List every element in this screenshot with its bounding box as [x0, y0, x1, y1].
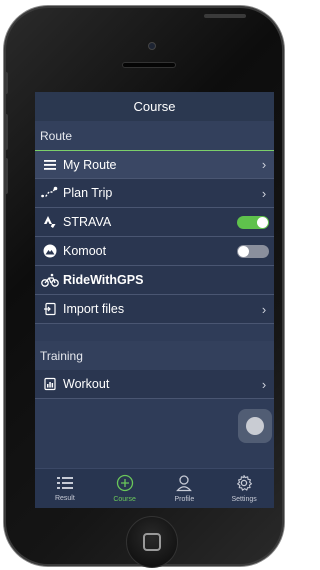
mute-switch — [4, 72, 8, 94]
list-item-plan-trip[interactable]: Plan Trip › — [35, 179, 274, 208]
list-item-import-files[interactable]: Import files › — [35, 295, 274, 324]
power-button — [204, 14, 246, 18]
tab-label: Profile — [174, 496, 195, 503]
profile-icon — [175, 474, 193, 496]
toggle-knob — [257, 216, 268, 228]
page-title: Course — [35, 92, 274, 121]
tab-course[interactable]: Course — [95, 469, 155, 508]
plan-trip-icon — [37, 186, 63, 200]
home-button-icon — [143, 533, 161, 551]
volume-up-button — [4, 114, 8, 150]
list-item-komoot[interactable]: Komoot — [35, 237, 274, 266]
list-item-label: Komoot — [63, 244, 107, 258]
list-item-workout[interactable]: Workout › — [35, 370, 274, 399]
tab-label: Course — [113, 496, 136, 503]
chevron-right-icon: › — [261, 376, 267, 392]
komoot-toggle[interactable] — [237, 244, 269, 258]
chevron-right-icon: › — [261, 185, 267, 201]
strava-toggle[interactable] — [237, 215, 269, 229]
app-screen: Course Route My Route › Plan Trip › STRA… — [35, 92, 274, 508]
list-item-label: STRAVA — [63, 215, 112, 229]
tab-label: Settings — [231, 496, 257, 503]
course-plus-icon — [116, 474, 134, 496]
tab-result[interactable]: Result — [35, 469, 95, 508]
list-item-label: Workout — [63, 377, 110, 391]
tab-bar: Result Course Profile Settings — [35, 468, 274, 508]
tab-label: Result — [54, 495, 75, 502]
assistive-touch-icon — [246, 417, 264, 435]
komoot-icon — [37, 244, 63, 258]
front-camera — [148, 42, 156, 50]
tab-profile[interactable]: Profile — [155, 469, 215, 508]
list-item-label: Plan Trip — [63, 186, 113, 200]
section-header-training: Training — [35, 341, 274, 370]
assistive-touch-button[interactable] — [238, 409, 272, 443]
ridewithgps-icon — [37, 273, 63, 287]
chevron-right-icon: › — [261, 301, 267, 317]
list-item-my-route[interactable]: My Route › — [35, 150, 274, 179]
settings-gear-icon — [235, 474, 253, 496]
list-item-label: RideWithGPS — [63, 273, 144, 287]
content-spacer — [35, 399, 274, 457]
chevron-right-icon: › — [261, 157, 267, 172]
list-item-label: Import files — [63, 302, 125, 316]
list-item-label: My Route — [63, 157, 117, 172]
list-icon — [37, 159, 63, 171]
result-list-icon — [56, 475, 74, 495]
import-icon — [37, 302, 63, 316]
phone-frame: Course Route My Route › Plan Trip › STRA… — [4, 6, 284, 568]
section-header-route: Route — [35, 121, 274, 150]
list-item-strava[interactable]: STRAVA — [35, 208, 274, 237]
workout-icon — [37, 377, 63, 391]
volume-down-button — [4, 158, 8, 194]
earpiece-speaker — [122, 62, 176, 68]
toggle-knob — [238, 245, 249, 257]
list-item-ridewithgps[interactable]: RideWithGPS — [35, 266, 274, 295]
tab-settings[interactable]: Settings — [214, 469, 274, 508]
section-gap — [35, 324, 274, 341]
strava-icon — [37, 215, 63, 229]
